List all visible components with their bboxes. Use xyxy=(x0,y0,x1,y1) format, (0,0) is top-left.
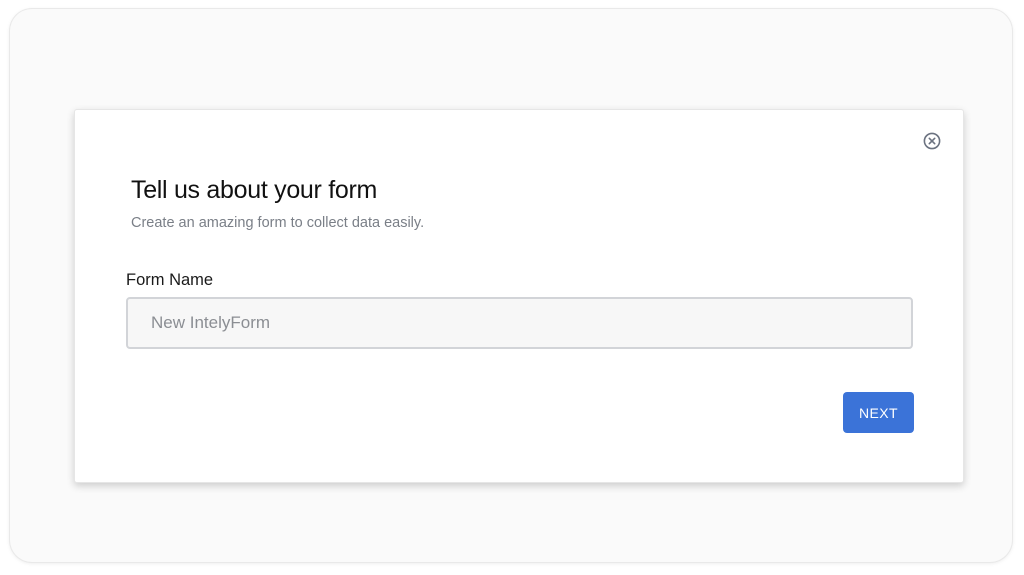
dialog-subtitle: Create an amazing form to collect data e… xyxy=(131,215,425,231)
create-form-dialog: Tell us about your form Create an amazin… xyxy=(74,109,964,483)
close-circle-icon xyxy=(923,132,941,150)
next-button[interactable]: NEXT xyxy=(843,392,914,433)
close-dialog-button[interactable] xyxy=(923,132,941,150)
form-name-label: Form Name xyxy=(126,271,214,289)
dialog-title: Tell us about your form xyxy=(131,176,377,204)
app-frame: Tell us about your form Create an amazin… xyxy=(10,9,1012,562)
form-name-input[interactable] xyxy=(126,297,913,349)
